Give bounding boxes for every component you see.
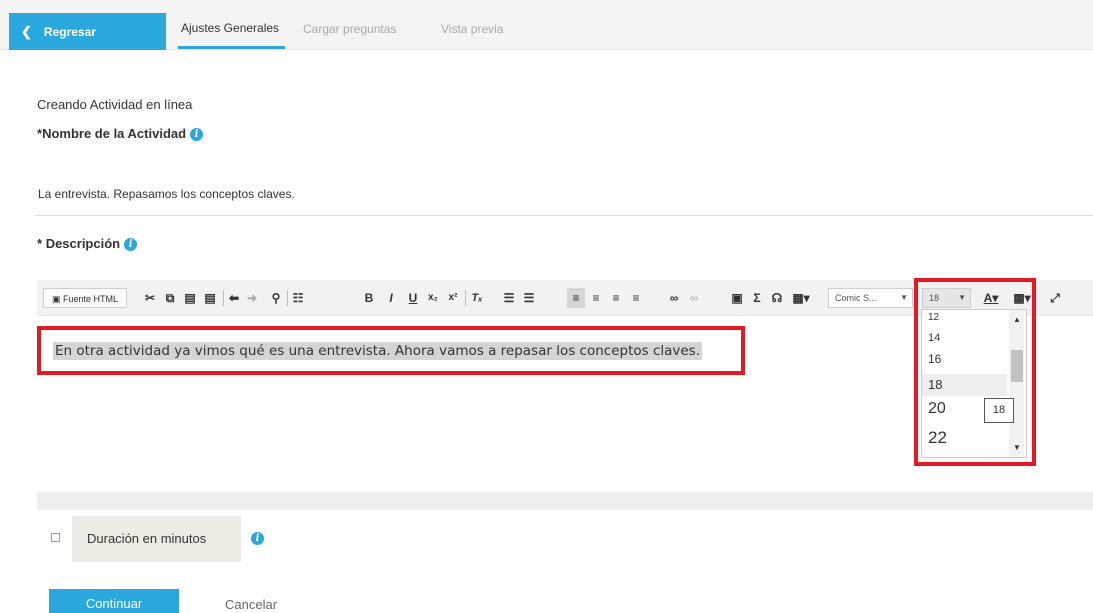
continue-button[interactable]: Continuar [49,589,179,613]
description-label: * Descripción i [37,236,138,251]
link-icon[interactable]: ∞ [667,288,681,308]
bulleted-list-icon[interactable]: ☰ [522,288,536,308]
info-icon[interactable]: i [124,238,138,251]
find-icon[interactable]: ⚲ [269,288,283,308]
activity-name-label-text: Nombre de la Actividad [42,126,187,141]
select-all-icon[interactable]: ☷ [291,288,305,308]
cut-icon[interactable]: ✂ [143,288,157,308]
formula-icon[interactable]: Σ [750,288,764,308]
table-icon[interactable]: ▦▾ [789,288,813,308]
tab-preview[interactable]: Vista previa [441,22,503,36]
undo-icon[interactable]: ⬅ [227,288,241,308]
chevron-down-icon: ▼ [900,293,908,302]
highlight-box-font-size [914,278,1036,466]
image-icon[interactable]: ▣ [730,288,744,308]
audio-icon[interactable]: ☊ [770,288,784,308]
section-band [37,492,1093,510]
toolbar-separator [223,290,224,306]
info-icon[interactable]: i [251,532,264,545]
html-source-button[interactable]: ▣ Fuente HTML [43,288,127,308]
paste-text-icon[interactable]: ▤ [203,288,217,308]
top-bar: ❮ Regresar Ajustes Generales Cargar preg… [0,0,1093,50]
info-icon[interactable]: i [190,128,204,141]
tab-load-questions[interactable]: Cargar preguntas [303,22,396,36]
active-tab-indicator [178,46,285,49]
duration-field: Duración en minutos [72,516,241,562]
back-button[interactable]: ❮ Regresar [9,13,166,50]
copy-icon[interactable]: ⧉ [163,288,177,308]
required-mark: * [37,236,43,251]
tab-general-settings[interactable]: Ajustes Generales [181,21,279,35]
maximize-icon[interactable]: ⤢ [1047,288,1063,308]
font-family-select[interactable]: Comic S... ▼ [828,288,913,308]
paste-icon[interactable]: ▤ [183,288,197,308]
description-label-text: Descripción [45,236,121,251]
subscript-icon[interactable]: x₂ [426,288,440,308]
back-button-label: Regresar [43,24,96,39]
unlink-icon[interactable]: ∞ [687,288,701,308]
bold-icon[interactable]: B [362,288,376,308]
align-left-icon[interactable]: ≡ [567,288,585,308]
toolbar-separator [287,290,288,306]
align-right-icon[interactable]: ≡ [609,288,623,308]
highlight-box-editor [37,326,745,375]
redo-icon[interactable]: ➜ [245,288,259,308]
html-source-label: Fuente HTML [62,294,119,304]
remove-format-icon[interactable]: Tₓ [470,288,484,308]
duration-checkbox[interactable] [51,533,60,542]
context-label: Creando Actividad en línea [37,97,193,112]
field-divider [35,215,1093,216]
activity-name-label: *Nombre de la Actividad i [37,126,204,141]
superscript-icon[interactable]: x² [446,288,460,308]
justify-icon[interactable]: ≡ [629,288,643,308]
activity-name-input[interactable]: La entrevista. Repasamos los conceptos c… [38,187,295,201]
align-center-icon[interactable]: ≡ [589,288,603,308]
toolbar-separator [465,290,466,306]
numbered-list-icon[interactable]: ☰ [502,288,516,308]
chevron-left-icon: ❮ [21,23,32,39]
cancel-button[interactable]: Cancelar [225,597,277,612]
font-family-value: Comic S... [835,293,877,303]
underline-icon[interactable]: U [406,288,420,308]
italic-icon[interactable]: I [384,288,398,308]
